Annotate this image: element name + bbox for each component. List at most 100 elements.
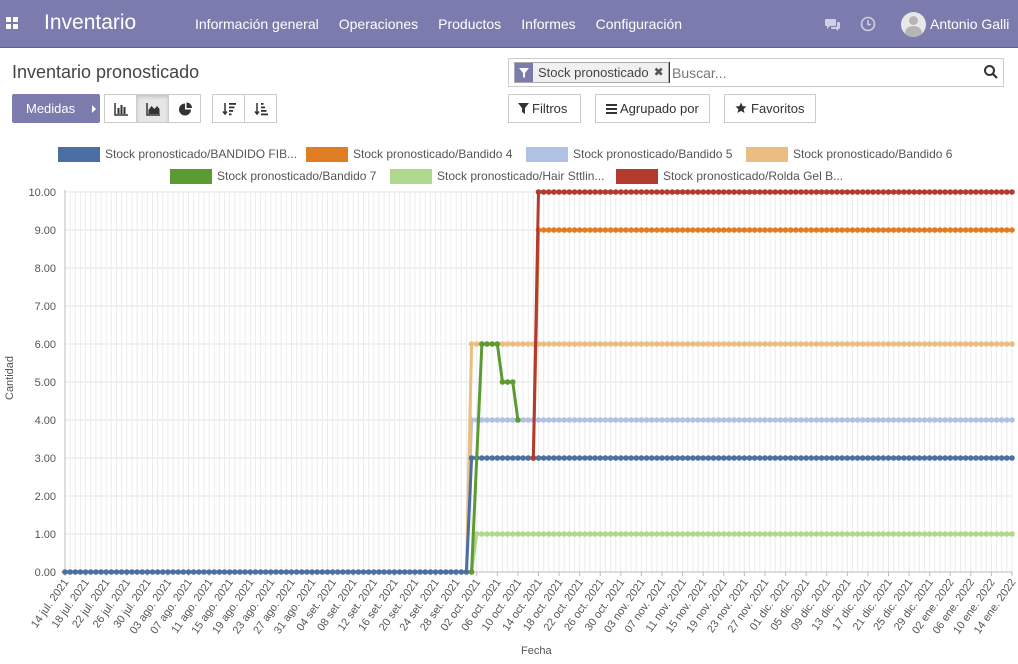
data-point	[669, 189, 676, 195]
data-point	[618, 417, 624, 423]
data-point	[710, 531, 717, 537]
data-point	[973, 531, 979, 537]
measures-button[interactable]: Medidas	[12, 94, 100, 123]
data-point	[741, 531, 748, 537]
data-point	[988, 227, 995, 233]
data-point	[808, 189, 815, 195]
series-line	[531, 190, 1012, 459]
data-point	[751, 189, 758, 195]
data-point	[499, 531, 506, 537]
filters-button[interactable]: Filtros	[508, 94, 581, 123]
menu-item-operations[interactable]: Operaciones	[329, 0, 428, 48]
data-point	[473, 455, 480, 461]
x-tick-label: 21 dic. 2021	[851, 577, 895, 633]
data-point	[916, 227, 923, 233]
data-point	[859, 341, 866, 347]
series-line	[531, 228, 1012, 459]
data-point	[726, 189, 732, 195]
data-point	[268, 569, 274, 575]
data-point	[715, 189, 722, 195]
data-point	[278, 569, 284, 575]
legend-swatch	[746, 147, 788, 162]
caret-right-icon	[92, 105, 96, 113]
avatar[interactable]	[901, 12, 926, 37]
pie-chart-icon	[179, 102, 192, 116]
menu-item-reports[interactable]: Informes	[511, 0, 585, 48]
data-point	[962, 455, 969, 461]
menu-item-overview[interactable]: Información general	[185, 0, 329, 48]
data-point	[499, 379, 506, 385]
chat-icon[interactable]	[825, 16, 841, 32]
data-point	[998, 455, 1005, 461]
data-point	[829, 341, 835, 347]
data-point	[983, 341, 990, 347]
menu-item-configuration[interactable]: Configuración	[586, 0, 692, 48]
data-point	[901, 341, 907, 347]
groupby-button[interactable]: Agrupado por	[595, 94, 710, 123]
x-tick-label: 23 nov. 2021	[705, 577, 751, 635]
data-point	[757, 531, 763, 537]
data-point	[736, 455, 743, 461]
star-icon	[735, 102, 747, 113]
sort-descending-button[interactable]	[212, 94, 245, 123]
data-point	[659, 189, 665, 195]
x-tick-label: 04 set. 2021	[295, 577, 340, 633]
user-name[interactable]: Antonio Galli	[930, 16, 1009, 32]
data-point	[798, 189, 804, 195]
x-tick-label: 31 ago. 2021	[272, 577, 319, 637]
data-point	[844, 531, 851, 537]
data-point	[648, 417, 655, 423]
data-point	[1004, 531, 1010, 537]
sort-ascending-button[interactable]	[244, 94, 277, 123]
data-point	[957, 189, 964, 195]
data-point	[623, 227, 629, 233]
data-point	[185, 569, 192, 575]
menu-item-products[interactable]: Productos	[428, 0, 511, 48]
data-point	[937, 189, 943, 195]
x-tick-label: 12 set. 2021	[336, 577, 381, 633]
data-point	[849, 417, 856, 423]
x-tick-label: 24 set. 2021	[397, 577, 442, 633]
search-input[interactable]	[669, 62, 969, 83]
clock-icon[interactable]	[860, 16, 876, 32]
data-point	[515, 455, 521, 461]
data-point	[921, 417, 928, 423]
data-point	[582, 455, 588, 461]
line-chart-button[interactable]	[136, 94, 169, 123]
data-point	[103, 569, 109, 575]
data-point	[597, 189, 604, 195]
data-point	[551, 417, 557, 423]
data-point	[921, 341, 928, 347]
legend-swatch	[390, 169, 432, 184]
favorites-button[interactable]: Favoritos	[724, 94, 816, 123]
bar-chart-button[interactable]	[104, 94, 137, 123]
data-point	[911, 189, 918, 195]
data-point	[798, 341, 804, 347]
sort-amount-desc-icon	[222, 103, 236, 116]
data-point	[628, 341, 634, 347]
data-point	[983, 189, 990, 195]
facet-remove-icon[interactable]: ✖	[654, 63, 668, 82]
groupby-label: Agrupado por	[620, 101, 699, 116]
data-point	[952, 531, 959, 537]
data-point	[983, 455, 990, 461]
data-point	[705, 531, 712, 537]
data-point	[648, 189, 655, 195]
data-point	[978, 417, 984, 423]
data-point	[880, 455, 887, 461]
data-point	[854, 455, 861, 461]
data-point	[654, 417, 660, 423]
data-point	[952, 227, 959, 233]
apps-icon[interactable]	[6, 17, 18, 29]
data-point	[350, 569, 357, 575]
top-navbar: Inventario Información general Operacion…	[0, 0, 1018, 48]
data-point	[154, 569, 161, 575]
app-brand[interactable]: Inventario	[44, 11, 136, 35]
search-icon[interactable]	[983, 64, 999, 80]
data-point	[458, 569, 465, 575]
pie-chart-button[interactable]	[168, 94, 201, 123]
data-point	[571, 341, 578, 347]
x-tick-label: 23 ago. 2021	[231, 577, 278, 637]
data-point	[813, 455, 820, 461]
data-point	[854, 341, 861, 347]
